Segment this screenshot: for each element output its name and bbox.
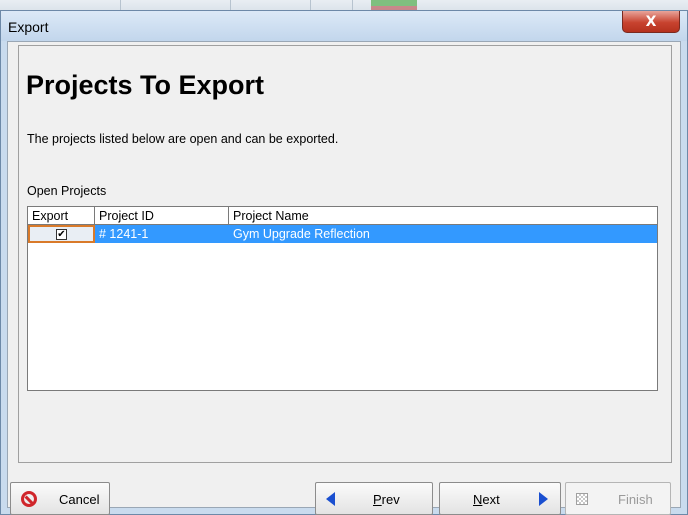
cancel-circle-icon	[21, 491, 37, 507]
check-icon: ✔	[57, 229, 66, 240]
project-name-cell: Gym Upgrade Reflection	[233, 227, 370, 241]
title-bar: Export X	[1, 11, 687, 41]
dialog-client-area: Projects To Export The projects listed b…	[7, 41, 681, 515]
wizard-page-panel: Projects To Export The projects listed b…	[18, 45, 672, 463]
page-description: The projects listed below are open and c…	[27, 132, 339, 146]
list-header: Export Project ID Project Name	[28, 207, 657, 225]
export-dialog: Export X Projects To Export The projects…	[0, 10, 688, 515]
project-id-cell: # 1241-1	[99, 227, 149, 241]
page-title: Projects To Export	[26, 70, 265, 100]
projects-list[interactable]: Export Project ID Project Name ✔ # 1241-…	[27, 206, 658, 391]
next-label: Next	[473, 492, 500, 507]
column-header-project-name[interactable]: Project Name	[229, 207, 657, 225]
table-row[interactable]: ✔ # 1241-1 Gym Upgrade Reflection	[28, 225, 657, 243]
arrow-right-icon	[539, 492, 548, 506]
prev-button[interactable]: Prev	[315, 482, 433, 515]
column-header-project-id[interactable]: Project ID	[95, 207, 229, 225]
close-button[interactable]: X	[622, 11, 680, 33]
prev-label: Prev	[373, 492, 400, 507]
finish-button[interactable]: Finish	[565, 482, 671, 515]
arrow-left-icon	[326, 492, 335, 506]
finish-flag-icon	[576, 493, 588, 505]
finish-label: Finish	[618, 492, 653, 507]
cancel-label: Cancel	[59, 492, 100, 507]
export-cell[interactable]: ✔	[28, 225, 95, 243]
open-projects-label: Open Projects	[27, 184, 107, 198]
next-button[interactable]: Next	[439, 482, 561, 515]
cancel-button[interactable]: Cancel	[10, 482, 110, 515]
export-checkbox[interactable]: ✔	[56, 229, 67, 240]
close-icon: X	[645, 13, 657, 30]
window-title: Export	[8, 19, 49, 35]
column-header-export[interactable]: Export	[28, 207, 95, 225]
